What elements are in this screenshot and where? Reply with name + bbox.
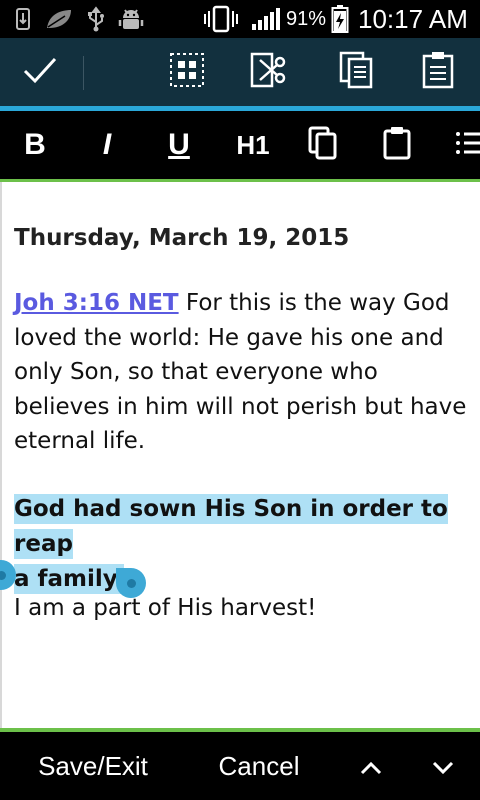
done-check-icon [22,55,58,89]
selected-paragraph: God had sown His Son in order to reap a … [14,492,474,597]
copy-icon [308,126,338,164]
italic-button[interactable]: I [82,111,132,179]
vibrate-icon [204,5,238,33]
date-heading: Thursday, March 19, 2015 [14,225,350,251]
cut-button[interactable] [240,38,300,106]
paste-icon [422,51,454,93]
chevron-up-icon [360,751,382,782]
scroll-down-button[interactable] [420,732,466,800]
save-exit-button[interactable]: Save/Exit [20,732,166,800]
clock: 10:17 AM [358,4,468,34]
underline-label: U [168,128,190,161]
list-icon [450,128,480,162]
heading-label: H1 [236,129,270,160]
selection-end-handle-dot [127,579,136,588]
select-all-button[interactable] [158,38,216,106]
scroll-up-button[interactable] [348,732,394,800]
copy-button[interactable] [326,38,386,106]
battery-charging-icon [330,5,350,33]
selection-end-handle[interactable] [116,568,146,598]
done-button[interactable] [0,38,80,106]
bottom-bar: Save/Exit Cancel [0,732,480,800]
format-paste-button[interactable] [374,111,420,179]
select-all-icon [169,52,205,92]
leaf-icon [44,6,74,32]
paste-button[interactable] [408,38,468,106]
cancel-button[interactable]: Cancel [206,732,312,800]
selected-text-line-2: a family. [14,564,125,594]
android-debug-icon [116,6,146,32]
heading-button[interactable]: H1 [226,111,280,179]
copy-icon [339,51,373,93]
chevron-down-icon [432,751,454,782]
bold-button[interactable]: B [10,111,60,179]
cut-icon [250,52,290,92]
list-button[interactable] [450,111,480,179]
bold-label: B [24,128,46,161]
action-bar-divider [83,56,84,90]
harvest-paragraph: I am a part of His harvest! [14,595,317,621]
format-copy-button[interactable] [300,111,346,179]
verse-paragraph: Joh 3:16 NET For this is the way God lov… [14,286,474,459]
signal-icon [250,6,284,32]
usb-icon [84,6,108,32]
action-bar [0,38,480,106]
format-toolbar: B I U H1 [0,111,480,179]
underline-button[interactable]: U [154,111,204,179]
selected-text-line-1: God had sown His Son in order to reap [14,494,448,559]
status-bar: 91% 10:17 AM [0,0,480,38]
italic-label: I [102,128,112,161]
verse-reference-link[interactable]: Joh 3:16 NET [14,290,179,316]
battery-percent: 91% [286,8,327,30]
paste-icon [383,126,411,164]
note-editor[interactable]: Thursday, March 19, 2015 Joh 3:16 NET Fo… [0,182,480,728]
usb-storage-icon [12,6,34,32]
